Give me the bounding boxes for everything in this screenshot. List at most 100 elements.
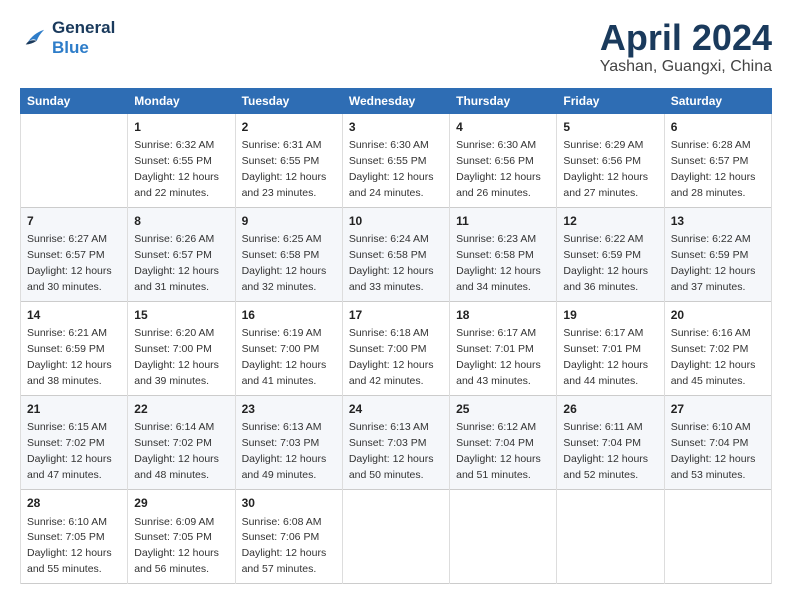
week-row-5: 28 Sunrise: 6:10 AMSunset: 7:05 PMDayligh… xyxy=(21,490,772,584)
day-number: 27 xyxy=(671,401,765,418)
cell-info: Sunrise: 6:10 AMSunset: 7:04 PMDaylight:… xyxy=(671,421,756,481)
calendar-cell: 4Sunrise: 6:30 AMSunset: 6:56 PMDaylight… xyxy=(450,113,557,207)
col-header-thursday: Thursday xyxy=(450,88,557,113)
calendar-cell: 24 Sunrise: 6:13 AMSunset: 7:03 PMDayligh… xyxy=(342,396,449,490)
cell-info: Sunrise: 6:18 AMSunset: 7:00 PMDaylight:… xyxy=(349,327,434,387)
header: General Blue April 2024 Yashan, Guangxi,… xyxy=(20,18,772,76)
day-number: 5 xyxy=(563,119,657,136)
calendar-cell: 20Sunrise: 6:16 AMSunset: 7:02 PMDayligh… xyxy=(664,301,771,395)
cell-info: Sunrise: 6:09 AMSunset: 7:05 PMDaylight:… xyxy=(134,516,219,576)
calendar-cell: 21 Sunrise: 6:15 AMSunset: 7:02 PMDayligh… xyxy=(21,396,128,490)
day-number: 23 xyxy=(242,401,336,418)
calendar-cell: 11 Sunrise: 6:23 AMSunset: 6:58 PMDayligh… xyxy=(450,207,557,301)
cell-info: Sunrise: 6:12 AMSunset: 7:04 PMDaylight:… xyxy=(456,421,541,481)
day-number: 10 xyxy=(349,213,443,230)
calendar-cell: 17 Sunrise: 6:18 AMSunset: 7:00 PMDayligh… xyxy=(342,301,449,395)
calendar-cell xyxy=(21,113,128,207)
week-row-1: 1Sunrise: 6:32 AMSunset: 6:55 PMDaylight… xyxy=(21,113,772,207)
calendar-cell: 14 Sunrise: 6:21 AMSunset: 6:59 PMDayligh… xyxy=(21,301,128,395)
day-number: 26 xyxy=(563,401,657,418)
calendar-cell: 10 Sunrise: 6:24 AMSunset: 6:58 PMDayligh… xyxy=(342,207,449,301)
day-number: 8 xyxy=(134,213,228,230)
cell-info: Sunrise: 6:30 AMSunset: 6:55 PMDaylight:… xyxy=(349,139,434,199)
day-number: 2 xyxy=(242,119,336,136)
cell-info: Sunrise: 6:20 AMSunset: 7:00 PMDaylight:… xyxy=(134,327,219,387)
day-number: 15 xyxy=(134,307,228,324)
cell-info: Sunrise: 6:23 AMSunset: 6:58 PMDaylight:… xyxy=(456,233,541,293)
calendar-cell: 29Sunrise: 6:09 AMSunset: 7:05 PMDayligh… xyxy=(128,490,235,584)
calendar-cell: 7 Sunrise: 6:27 AMSunset: 6:57 PMDaylight… xyxy=(21,207,128,301)
calendar-cell: 25 Sunrise: 6:12 AMSunset: 7:04 PMDayligh… xyxy=(450,396,557,490)
calendar-cell xyxy=(450,490,557,584)
cell-info: Sunrise: 6:22 AMSunset: 6:59 PMDaylight:… xyxy=(563,233,648,293)
title-block: April 2024 Yashan, Guangxi, China xyxy=(600,18,772,76)
calendar-table: SundayMondayTuesdayWednesdayThursdayFrid… xyxy=(20,88,772,585)
cell-info: Sunrise: 6:24 AMSunset: 6:58 PMDaylight:… xyxy=(349,233,434,293)
col-header-monday: Monday xyxy=(128,88,235,113)
day-number: 25 xyxy=(456,401,550,418)
week-row-4: 21 Sunrise: 6:15 AMSunset: 7:02 PMDayligh… xyxy=(21,396,772,490)
cell-info: Sunrise: 6:27 AMSunset: 6:57 PMDaylight:… xyxy=(27,233,112,293)
cell-info: Sunrise: 6:17 AMSunset: 7:01 PMDaylight:… xyxy=(456,327,541,387)
day-number: 4 xyxy=(456,119,550,136)
main-title: April 2024 xyxy=(600,18,772,58)
cell-info: Sunrise: 6:31 AMSunset: 6:55 PMDaylight:… xyxy=(242,139,327,199)
day-number: 12 xyxy=(563,213,657,230)
cell-info: Sunrise: 6:28 AMSunset: 6:57 PMDaylight:… xyxy=(671,139,756,199)
day-number: 9 xyxy=(242,213,336,230)
cell-info: Sunrise: 6:08 AMSunset: 7:06 PMDaylight:… xyxy=(242,516,327,576)
cell-info: Sunrise: 6:14 AMSunset: 7:02 PMDaylight:… xyxy=(134,421,219,481)
day-number: 19 xyxy=(563,307,657,324)
day-number: 13 xyxy=(671,213,765,230)
day-number: 30 xyxy=(242,495,336,512)
cell-info: Sunrise: 6:19 AMSunset: 7:00 PMDaylight:… xyxy=(242,327,327,387)
calendar-cell: 15 Sunrise: 6:20 AMSunset: 7:00 PMDayligh… xyxy=(128,301,235,395)
day-number: 22 xyxy=(134,401,228,418)
col-header-saturday: Saturday xyxy=(664,88,771,113)
page: General Blue April 2024 Yashan, Guangxi,… xyxy=(0,0,792,594)
cell-info: Sunrise: 6:29 AMSunset: 6:56 PMDaylight:… xyxy=(563,139,648,199)
day-number: 17 xyxy=(349,307,443,324)
calendar-header-row: SundayMondayTuesdayWednesdayThursdayFrid… xyxy=(21,88,772,113)
cell-info: Sunrise: 6:10 AMSunset: 7:05 PMDaylight:… xyxy=(27,516,112,576)
col-header-tuesday: Tuesday xyxy=(235,88,342,113)
cell-info: Sunrise: 6:26 AMSunset: 6:57 PMDaylight:… xyxy=(134,233,219,293)
calendar-cell: 13Sunrise: 6:22 AMSunset: 6:59 PMDayligh… xyxy=(664,207,771,301)
calendar-cell: 23 Sunrise: 6:13 AMSunset: 7:03 PMDayligh… xyxy=(235,396,342,490)
day-number: 28 xyxy=(27,495,121,512)
calendar-cell: 28 Sunrise: 6:10 AMSunset: 7:05 PMDayligh… xyxy=(21,490,128,584)
day-number: 14 xyxy=(27,307,121,324)
day-number: 18 xyxy=(456,307,550,324)
calendar-cell: 6 Sunrise: 6:28 AMSunset: 6:57 PMDaylight… xyxy=(664,113,771,207)
cell-info: Sunrise: 6:11 AMSunset: 7:04 PMDaylight:… xyxy=(563,421,648,481)
day-number: 11 xyxy=(456,213,550,230)
calendar-cell: 27 Sunrise: 6:10 AMSunset: 7:04 PMDayligh… xyxy=(664,396,771,490)
week-row-3: 14 Sunrise: 6:21 AMSunset: 6:59 PMDayligh… xyxy=(21,301,772,395)
cell-info: Sunrise: 6:13 AMSunset: 7:03 PMDaylight:… xyxy=(242,421,327,481)
calendar-cell: 9Sunrise: 6:25 AMSunset: 6:58 PMDaylight… xyxy=(235,207,342,301)
calendar-cell: 19Sunrise: 6:17 AMSunset: 7:01 PMDayligh… xyxy=(557,301,664,395)
calendar-cell: 16Sunrise: 6:19 AMSunset: 7:00 PMDayligh… xyxy=(235,301,342,395)
calendar-cell: 30 Sunrise: 6:08 AMSunset: 7:06 PMDayligh… xyxy=(235,490,342,584)
calendar-cell: 26 Sunrise: 6:11 AMSunset: 7:04 PMDayligh… xyxy=(557,396,664,490)
calendar-cell: 3 Sunrise: 6:30 AMSunset: 6:55 PMDaylight… xyxy=(342,113,449,207)
day-number: 24 xyxy=(349,401,443,418)
calendar-cell: 12 Sunrise: 6:22 AMSunset: 6:59 PMDayligh… xyxy=(557,207,664,301)
calendar-cell: 22 Sunrise: 6:14 AMSunset: 7:02 PMDayligh… xyxy=(128,396,235,490)
day-number: 21 xyxy=(27,401,121,418)
logo-text: General Blue xyxy=(52,18,115,58)
day-number: 20 xyxy=(671,307,765,324)
calendar-cell: 8 Sunrise: 6:26 AMSunset: 6:57 PMDaylight… xyxy=(128,207,235,301)
logo: General Blue xyxy=(20,18,115,58)
week-row-2: 7 Sunrise: 6:27 AMSunset: 6:57 PMDaylight… xyxy=(21,207,772,301)
calendar-cell xyxy=(557,490,664,584)
cell-info: Sunrise: 6:13 AMSunset: 7:03 PMDaylight:… xyxy=(349,421,434,481)
day-number: 6 xyxy=(671,119,765,136)
cell-info: Sunrise: 6:21 AMSunset: 6:59 PMDaylight:… xyxy=(27,327,112,387)
cell-info: Sunrise: 6:15 AMSunset: 7:02 PMDaylight:… xyxy=(27,421,112,481)
day-number: 3 xyxy=(349,119,443,136)
day-number: 7 xyxy=(27,213,121,230)
day-number: 1 xyxy=(134,119,228,136)
logo-icon xyxy=(20,26,48,50)
calendar-cell: 5 Sunrise: 6:29 AMSunset: 6:56 PMDaylight… xyxy=(557,113,664,207)
